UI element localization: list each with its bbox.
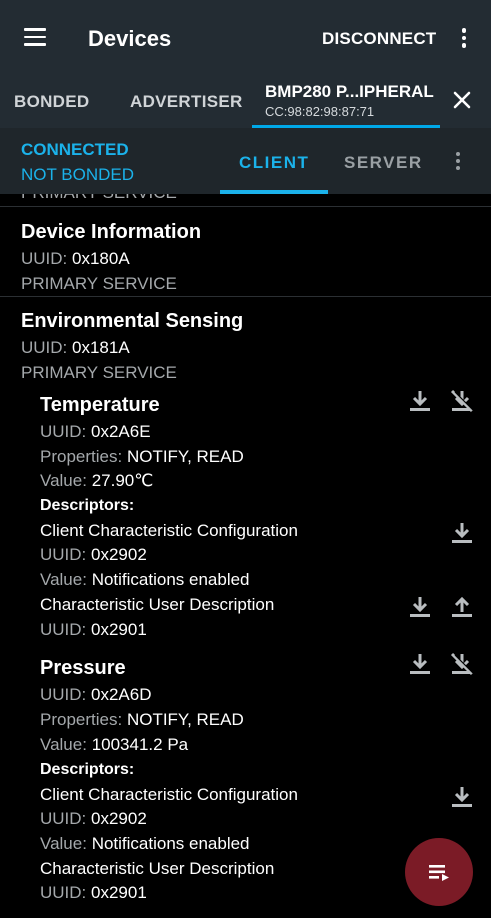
notifications-disabled-icon[interactable] [449, 651, 475, 677]
service-name[interactable]: Environmental Sensing [21, 310, 243, 333]
read-icon[interactable] [407, 388, 433, 414]
hamburger-menu-icon[interactable] [24, 28, 46, 46]
descriptor-uuid: UUID: 0x2901 [40, 883, 147, 902]
divider [0, 206, 491, 207]
log-list-icon [429, 865, 449, 881]
read-icon[interactable] [449, 520, 475, 546]
descriptor-name[interactable]: Client Characteristic Configuration [40, 521, 298, 541]
tab-bonded[interactable]: BONDED [14, 92, 89, 112]
service-type: PRIMARY SERVICE [21, 194, 177, 203]
characteristic-properties: Properties: NOTIFY, READ [40, 710, 244, 729]
descriptors-heading: Descriptors: [40, 761, 135, 778]
more-vert-icon[interactable] [453, 152, 463, 172]
descriptor-name[interactable]: Characteristic User Description [40, 595, 274, 615]
descriptor-uuid: UUID: 0x2902 [40, 545, 147, 564]
read-icon[interactable] [407, 594, 433, 620]
characteristic-value: Value: 27.90℃ [40, 471, 154, 490]
divider [0, 296, 491, 297]
service-name[interactable]: Device Information [21, 221, 201, 244]
bond-status: NOT BONDED [21, 165, 135, 184]
service-uuid: UUID: 0x180A [21, 249, 130, 268]
tab-advertiser[interactable]: ADVERTISER [130, 92, 243, 112]
characteristic-value: Value: 100341.2 Pa [40, 735, 189, 754]
service-uuid: UUID: 0x181A [21, 338, 130, 357]
characteristic-uuid: UUID: 0x2A6D [40, 685, 152, 704]
characteristic-properties: Properties: NOTIFY, READ [40, 447, 244, 466]
connection-status: CONNECTED [21, 140, 129, 159]
descriptor-name[interactable]: Client Characteristic Configuration [40, 785, 298, 805]
upload-arrow-icon[interactable] [449, 594, 475, 620]
descriptor-value: Value: Notifications enabled [40, 834, 250, 853]
read-icon[interactable] [449, 784, 475, 810]
disconnect-button[interactable]: DISCONNECT [322, 29, 436, 49]
tab-device-address: CC:98:82:98:87:71 [265, 104, 375, 119]
read-icon[interactable] [407, 651, 433, 677]
tab-device-name: BMP280 P...IPHERAL [265, 82, 434, 101]
notifications-disabled-icon[interactable] [449, 388, 475, 414]
service-list[interactable]: PRIMARY SERVICE Device Information UUID:… [0, 194, 491, 918]
characteristic-uuid: UUID: 0x2A6E [40, 422, 151, 441]
service-type: PRIMARY SERVICE [21, 363, 177, 382]
descriptors-heading: Descriptors: [40, 497, 135, 514]
characteristic-name[interactable]: Temperature [40, 394, 160, 417]
descriptor-value: Value: Notifications enabled [40, 570, 250, 589]
close-icon[interactable] [452, 90, 472, 110]
descriptor-name[interactable]: Characteristic User Description [40, 859, 274, 879]
service-type: PRIMARY SERVICE [21, 274, 177, 293]
tab-server[interactable]: SERVER [344, 153, 423, 173]
app-title: Devices [88, 26, 172, 51]
more-vert-icon[interactable] [458, 28, 470, 50]
descriptor-uuid: UUID: 0x2901 [40, 620, 147, 639]
characteristic-name[interactable]: Pressure [40, 657, 126, 680]
log-fab-button[interactable] [405, 838, 473, 906]
descriptor-uuid: UUID: 0x2902 [40, 809, 147, 828]
tab-device[interactable]: BMP280 P...IPHERAL CC:98:82:98:87:71 [265, 82, 445, 126]
tab-client[interactable]: CLIENT [239, 153, 309, 173]
